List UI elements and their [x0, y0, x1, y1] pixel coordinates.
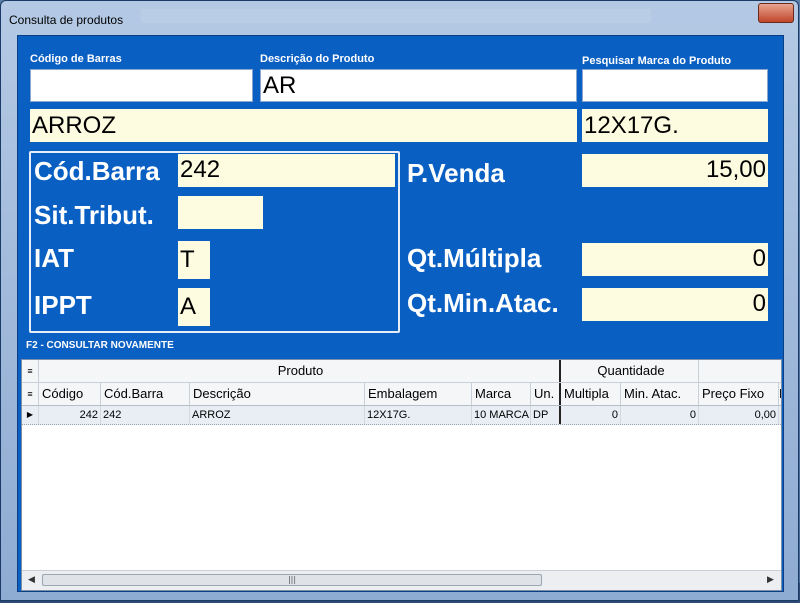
qt-multipla-label: Qt.Múltipla — [407, 243, 542, 273]
ippt-field: A — [178, 288, 210, 326]
scroll-thumb[interactable]: ||| — [42, 574, 542, 586]
grid-column-header: ≡ Código Cód.Barra Descrição Embalagem M… — [22, 383, 781, 406]
sit-tribut-label: Sit.Tribut. — [34, 200, 154, 230]
group-header-empty — [699, 360, 781, 382]
pvenda-field: 15,00 — [582, 154, 768, 187]
close-icon[interactable] — [758, 3, 794, 23]
ippt-label: IPPT — [34, 290, 92, 320]
scroll-left-icon[interactable]: ◀ — [23, 572, 40, 589]
barcode-label: Código de Barras — [30, 53, 122, 65]
hint-text: F2 - CONSULTAR NOVAMENTE — [26, 340, 174, 351]
scroll-right-icon[interactable]: ▶ — [762, 572, 779, 589]
cell-un: DP — [531, 406, 561, 424]
table-row[interactable]: ▶ 242 242 ARROZ 12X17G. 10 MARCA DP 0 0 … — [22, 406, 781, 425]
cod-barra-label: Cód.Barra — [34, 156, 160, 186]
cod-barra-field: 242 — [178, 154, 395, 187]
product-name-field: ARROZ — [30, 109, 577, 142]
cell-embalagem: 12X17G. — [365, 406, 472, 424]
title-bar[interactable]: Consulta de produtos — [7, 10, 789, 34]
iat-label: IAT — [34, 243, 74, 273]
qt-min-atac-field: 0 — [582, 288, 768, 321]
sit-tribut-field — [178, 196, 263, 229]
cell-cod-barra: 242 — [101, 406, 190, 424]
grid-menu-icon[interactable]: ≡ — [22, 383, 39, 405]
row-pointer-icon: ▶ — [22, 406, 39, 424]
product-package-field: 12X17G. — [582, 109, 768, 142]
col-embalagem[interactable]: Embalagem — [365, 383, 472, 405]
iat-field: T — [178, 241, 210, 279]
cell-marca: 10 MARCA — [472, 406, 531, 424]
cell-min-atac: 0 — [621, 406, 699, 424]
barcode-input[interactable] — [30, 69, 253, 102]
col-descricao[interactable]: Descrição — [190, 383, 365, 405]
cell-descricao: ARROZ — [190, 406, 365, 424]
window-title: Consulta de produtos — [9, 13, 124, 27]
cell-preco-fixo: 0,00 — [699, 406, 779, 424]
description-input[interactable]: AR — [260, 69, 577, 102]
group-header-quantidade: Quantidade — [561, 360, 699, 382]
col-min-atac[interactable]: Min. Atac. — [621, 383, 699, 405]
col-un[interactable]: Un. — [531, 383, 561, 405]
client-area: Código de Barras Descrição do Produto Pe… — [17, 35, 784, 592]
qt-multipla-field: 0 — [582, 243, 768, 276]
pvenda-label: P.Venda — [407, 158, 505, 188]
group-header-produto: Produto — [39, 360, 561, 382]
col-marca[interactable]: Marca — [472, 383, 531, 405]
cell-codigo: 242 — [39, 406, 101, 424]
grid-group-header: ≡ Produto Quantidade — [22, 360, 781, 383]
col-multipla[interactable]: Multipla — [561, 383, 621, 405]
products-grid[interactable]: ≡ Produto Quantidade ≡ Código Cód.Barra … — [21, 359, 782, 591]
col-codigo[interactable]: Código — [39, 383, 101, 405]
horizontal-scrollbar[interactable]: ◀ ||| ▶ — [22, 570, 781, 590]
grid-menu-icon[interactable]: ≡ — [22, 360, 39, 382]
col-cod-barra[interactable]: Cód.Barra — [101, 383, 190, 405]
brand-input[interactable] — [582, 69, 768, 102]
description-label: Descrição do Produto — [260, 53, 375, 65]
cell-multipla: 0 — [561, 406, 621, 424]
qt-min-atac-label: Qt.Min.Atac. — [407, 288, 559, 318]
brand-label: Pesquisar Marca do Produto — [582, 55, 732, 67]
product-query-window: Consulta de produtos Código de Barras De… — [0, 0, 799, 601]
col-preco-fixo[interactable]: Preço Fixo — [699, 383, 779, 405]
col-p[interactable]: P — [779, 383, 781, 405]
